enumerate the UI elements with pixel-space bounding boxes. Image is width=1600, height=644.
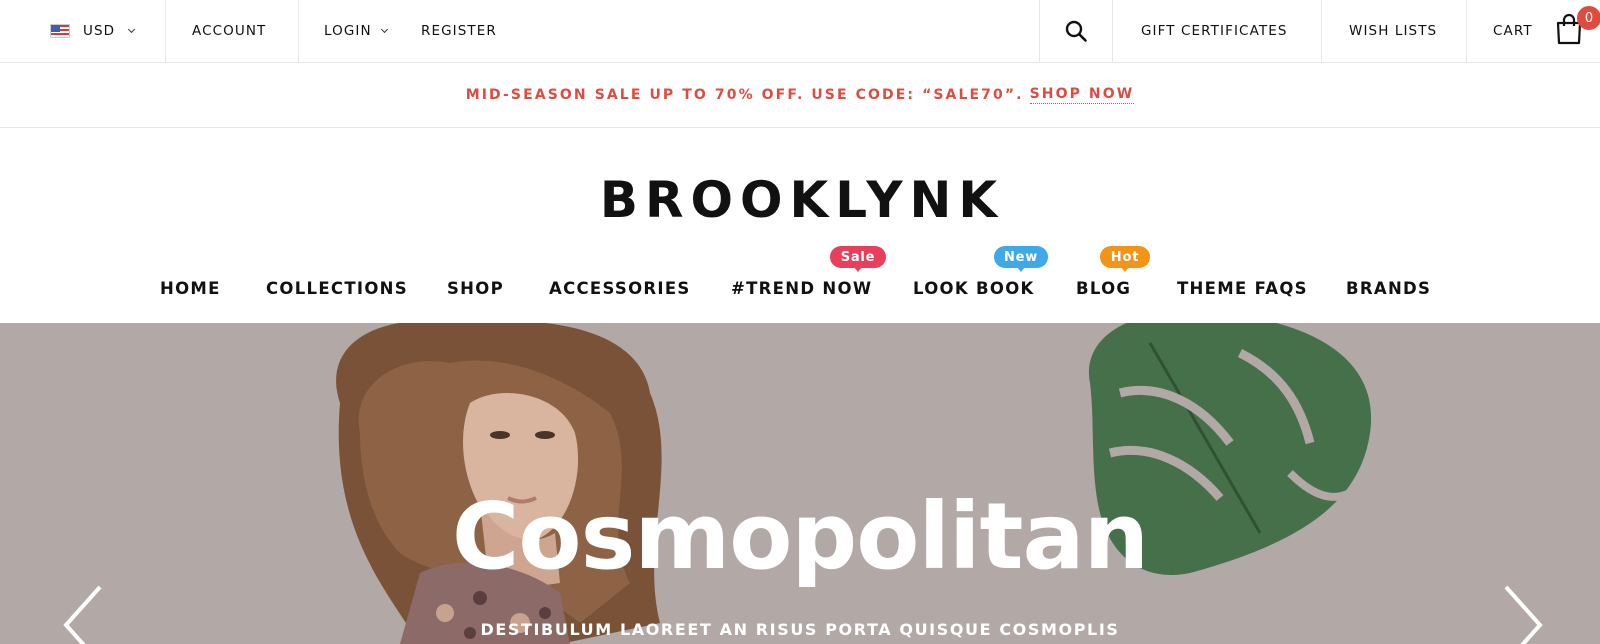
currency-label: USD	[83, 23, 116, 39]
site-logo[interactable]: BROOKLYNK	[594, 171, 1010, 229]
prev-slide-arrow-icon[interactable]	[60, 585, 106, 644]
hero-slider[interactable]: Cosmopolitan DESTIBULUM LAOREET AN RISUS…	[0, 323, 1600, 644]
next-slide-arrow-icon[interactable]	[1500, 585, 1546, 644]
sale-badge: Sale	[830, 246, 886, 272]
login-label: LOGIN	[324, 23, 372, 39]
register-link[interactable]: REGISTER	[421, 0, 497, 62]
nav-item-home[interactable]: HOME	[160, 279, 221, 298]
chevron-down-icon	[128, 25, 136, 33]
nav-item-trend-now[interactable]: #TREND NOW	[731, 279, 872, 298]
nav-item-look-book[interactable]: LOOK BOOK	[913, 279, 1035, 298]
nav-item-brands[interactable]: BRANDS	[1346, 279, 1431, 298]
sale-badge-label: Sale	[840, 249, 876, 265]
search-icon	[1065, 20, 1087, 42]
promo-banner: MID-SEASON SALE UP TO 70% OFF. USE CODE:…	[0, 63, 1600, 128]
logo-text: BROOKLYNK	[599, 171, 1005, 229]
promo-text: MID-SEASON SALE UP TO 70% OFF. USE CODE:…	[465, 87, 1024, 103]
nav-item-collections[interactable]: COLLECTIONS	[266, 279, 408, 298]
top-bar: USD ACCOUNT LOGIN REGISTER GIFT CERTIFIC…	[0, 0, 1600, 63]
cart-link[interactable]: CART	[1493, 0, 1533, 62]
divider	[1321, 0, 1322, 62]
shop-now-link[interactable]: SHOP NOW	[1029, 86, 1135, 104]
nav-item-accessories[interactable]: ACCESSORIES	[549, 279, 691, 298]
nav-item-shop[interactable]: SHOP	[447, 279, 504, 298]
hero-subtitle: DESTIBULUM LAOREET AN RISUS PORTA QUISQU…	[480, 620, 1120, 639]
account-link[interactable]: ACCOUNT	[192, 0, 266, 62]
currency-selector[interactable]: USD	[50, 0, 136, 62]
hot-badge-label: Hot	[1110, 249, 1140, 265]
gift-certificates-link[interactable]: GIFT CERTIFICATES	[1141, 0, 1288, 62]
wish-lists-link[interactable]: WISH LISTS	[1349, 0, 1437, 62]
nav-item-theme-faqs[interactable]: THEME FAQS	[1177, 279, 1308, 298]
divider	[165, 0, 166, 62]
hot-badge: Hot	[1100, 246, 1150, 272]
new-badge-label: New	[1003, 249, 1039, 265]
divider	[1466, 0, 1467, 62]
hero-title: Cosmopolitan	[451, 483, 1149, 590]
cart-count-badge: 0	[1577, 6, 1600, 30]
chevron-down-icon	[380, 25, 388, 33]
nav-item-blog[interactable]: BLOG	[1076, 279, 1131, 298]
us-flag-icon	[50, 24, 70, 38]
new-badge: New	[994, 246, 1048, 272]
login-dropdown[interactable]: LOGIN	[324, 0, 388, 62]
search-button[interactable]	[1039, 0, 1113, 62]
divider	[298, 0, 299, 62]
